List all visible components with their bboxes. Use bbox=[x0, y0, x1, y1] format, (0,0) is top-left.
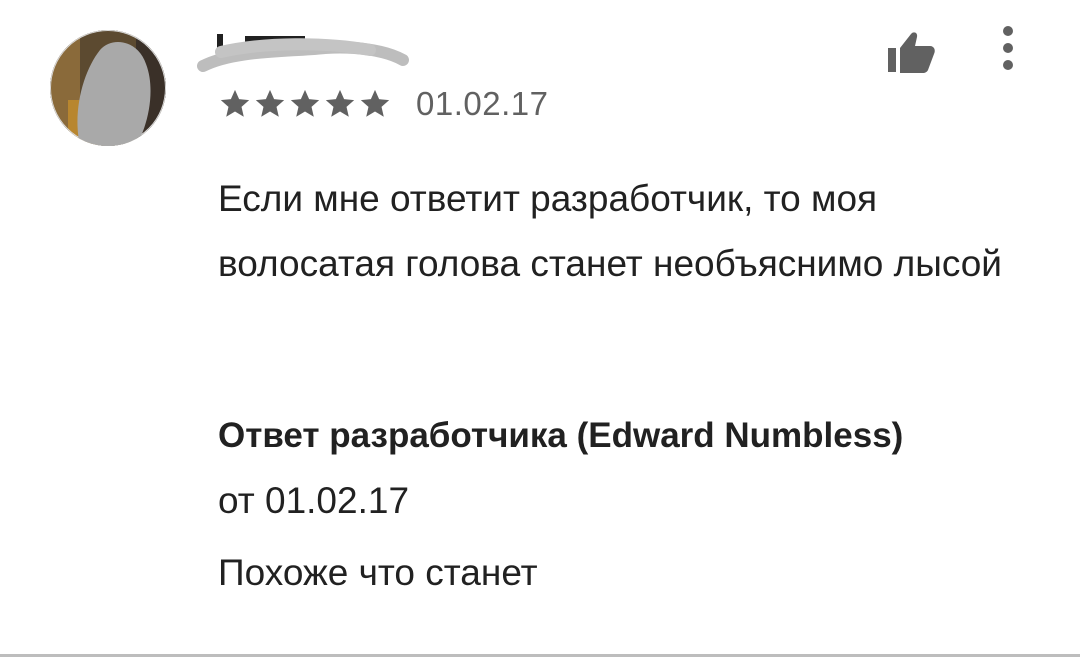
star-rating bbox=[218, 87, 392, 121]
reviewer-name-redacted bbox=[197, 34, 409, 72]
thumbs-up-icon bbox=[888, 32, 935, 73]
star-icon bbox=[255, 89, 285, 117]
more-vert-icon bbox=[1003, 26, 1013, 70]
more-options-button[interactable] bbox=[990, 20, 1026, 76]
review-text: Если мне ответит разработчик, то моя вол… bbox=[218, 178, 1002, 284]
avatar[interactable] bbox=[50, 30, 166, 146]
star-icon bbox=[325, 89, 355, 117]
star-icon bbox=[290, 89, 320, 117]
star-icon bbox=[360, 89, 390, 117]
star-icon bbox=[220, 89, 250, 117]
review-date: 01.02.17 bbox=[416, 85, 549, 122]
like-button[interactable] bbox=[880, 26, 942, 78]
rating-row: 01.02.17 bbox=[218, 84, 548, 124]
developer-reply-text: Похоже что станет bbox=[218, 552, 538, 593]
developer-reply-date: от 01.02.17 bbox=[218, 480, 410, 521]
developer-reply: Ответ разработчика (Edward Numbless) от … bbox=[218, 407, 1058, 609]
avatar-image bbox=[50, 30, 166, 146]
review-card: 01.02.17 Если мне ответит разработчик, т… bbox=[0, 0, 1080, 657]
developer-reply-title: Ответ разработчика (Edward Numbless) bbox=[218, 416, 904, 455]
